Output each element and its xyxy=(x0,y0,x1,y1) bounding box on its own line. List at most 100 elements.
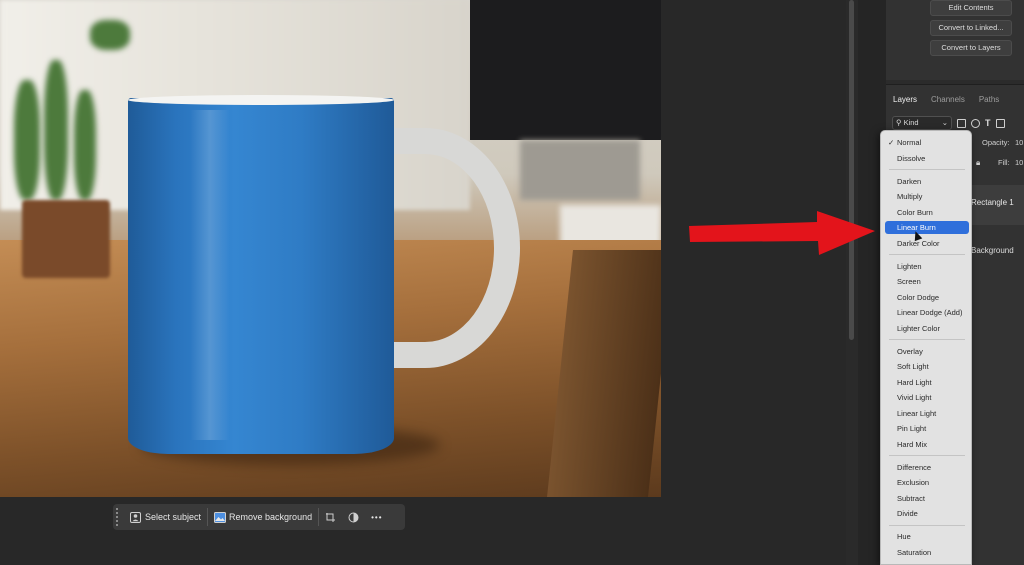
tab-paths[interactable]: Paths xyxy=(979,95,999,111)
blend-mode-item[interactable]: Hue xyxy=(885,530,969,543)
edit-contents-button[interactable]: Edit Contents xyxy=(930,0,1012,16)
blend-mode-label: Subtract xyxy=(897,493,925,503)
blend-mode-label: Vivid Light xyxy=(897,393,932,402)
blend-mode-label: Hue xyxy=(897,532,911,541)
menu-separator xyxy=(889,455,965,456)
search-icon: ⚲ xyxy=(896,118,902,127)
menu-separator xyxy=(889,254,965,255)
layer-name: Rectangle 1 xyxy=(971,198,1014,207)
plant-leaf xyxy=(90,20,130,50)
person-icon xyxy=(130,511,141,523)
kind-filter-select[interactable]: ⚲ Kind ⌄ xyxy=(892,116,952,130)
contextual-task-bar: Select subject Remove background ••• xyxy=(113,504,405,530)
blend-mode-item[interactable]: ✓ Normal xyxy=(885,136,969,149)
blend-mode-label: Hard Light xyxy=(897,377,932,387)
taskbar-drag-handle[interactable] xyxy=(116,508,124,526)
blend-mode-label: Lighten xyxy=(897,261,922,271)
plant-pot xyxy=(22,200,110,278)
blend-mode-item[interactable]: Linear Burn xyxy=(885,221,969,234)
red-arrow-annotation xyxy=(689,211,875,255)
blend-mode-label: Divide xyxy=(897,509,918,518)
blend-mode-item[interactable]: Difference xyxy=(885,461,969,474)
blend-mode-label: Normal xyxy=(897,138,922,147)
opacity-input[interactable]: 10 xyxy=(1015,138,1023,147)
blend-mode-item[interactable]: Darken xyxy=(885,175,969,188)
blend-mode-label: Dissolve xyxy=(897,153,926,163)
fill-label: Fill: xyxy=(998,158,1010,167)
blend-mode-label: Hard Mix xyxy=(897,439,928,449)
blend-mode-item[interactable]: Soft Light xyxy=(885,360,969,373)
lock-icon[interactable]: 🔒︎ xyxy=(976,158,980,168)
convert-to-linked-button[interactable]: Convert to Linked... xyxy=(930,20,1012,36)
more-options-button[interactable]: ••• xyxy=(365,507,388,527)
canvas-vertical-scrollbar[interactable] xyxy=(846,0,858,565)
image-icon xyxy=(214,511,227,523)
blend-mode-item[interactable]: Screen xyxy=(885,275,969,288)
blend-mode-item[interactable]: Pin Light xyxy=(885,422,969,435)
blend-mode-item[interactable]: Exclusion xyxy=(885,476,969,489)
select-subject-label: Select subject xyxy=(145,512,202,522)
blend-mode-label: Saturation xyxy=(897,547,932,557)
scrollbar-thumb[interactable] xyxy=(849,0,854,340)
kind-filter-label: Kind xyxy=(903,118,919,127)
blend-mode-item[interactable]: Saturation xyxy=(885,546,969,559)
blend-mode-item[interactable]: Divide xyxy=(885,507,969,520)
mug-rim xyxy=(128,95,394,105)
blend-mode-label: Darker Color xyxy=(897,238,940,248)
plant-leaf xyxy=(44,60,68,200)
blend-mode-item[interactable]: Vivid Light xyxy=(885,391,969,404)
menu-separator xyxy=(889,524,965,526)
adjustment-button[interactable] xyxy=(342,507,365,527)
layer-name: Background xyxy=(971,246,1014,255)
menu-separator xyxy=(889,169,965,170)
mug-highlight xyxy=(190,110,230,440)
transform-icon xyxy=(325,512,336,523)
blend-mode-item[interactable]: Multiply xyxy=(885,190,969,203)
blend-mode-item[interactable]: Lighten xyxy=(885,260,969,273)
tab-layers[interactable]: Layers xyxy=(893,95,917,111)
blend-mode-item[interactable]: Linear Light xyxy=(885,407,969,420)
chevron-down-icon: ⌄ xyxy=(941,118,948,127)
filter-adjustment-icon[interactable] xyxy=(971,118,980,128)
blend-mode-item[interactable]: Darker Color xyxy=(885,237,969,250)
blend-mode-item[interactable]: Overlay xyxy=(885,345,969,358)
fill-input[interactable]: 10 xyxy=(1015,158,1023,167)
blend-mode-label: Linear Light xyxy=(897,408,937,418)
filter-pixel-icon[interactable] xyxy=(957,118,966,128)
mug-photo[interactable] xyxy=(0,0,661,497)
blend-mode-label: Soft Light xyxy=(897,362,929,371)
plant-leaf xyxy=(14,80,40,200)
blend-mode-label: Darken xyxy=(897,176,922,186)
blend-mode-label: Overlay xyxy=(897,346,923,356)
select-subject-button[interactable]: Select subject xyxy=(124,507,207,527)
blend-mode-item[interactable]: Subtract xyxy=(885,492,969,505)
opacity-label: Opacity: xyxy=(982,138,1010,147)
filter-type-icon[interactable]: T xyxy=(985,118,991,128)
blend-mode-label: Linear Dodge (Add) xyxy=(897,308,963,317)
background-monitor-stand xyxy=(520,140,640,200)
blend-mode-item[interactable]: Hard Light xyxy=(885,376,969,389)
document-canvas[interactable]: Select subject Remove background ••• xyxy=(0,0,846,565)
blend-mode-label: Color Burn xyxy=(897,207,933,217)
blend-mode-item[interactable]: Hard Mix xyxy=(885,438,969,451)
checkmark-icon: ✓ xyxy=(888,138,895,147)
background-monitor xyxy=(470,0,661,140)
blend-mode-item[interactable]: Color Dodge xyxy=(885,291,969,304)
blend-mode-item[interactable]: Color Burn xyxy=(885,206,969,219)
properties-panel: Edit Contents Convert to Linked... Conve… xyxy=(886,0,1024,80)
blend-mode-label: Exclusion xyxy=(897,478,930,487)
blend-mode-dropdown[interactable]: ✓ Normal Dissolve Darken Multiply Color Burn L… xyxy=(880,130,972,565)
transform-button[interactable] xyxy=(319,507,342,527)
blend-mode-label: Pin Light xyxy=(897,424,927,433)
more-icon: ••• xyxy=(371,512,383,522)
blend-mode-item[interactable]: Linear Dodge (Add) xyxy=(885,306,969,319)
convert-to-layers-button[interactable]: Convert to Layers xyxy=(930,40,1012,56)
blend-mode-item[interactable]: Lighter Color xyxy=(885,322,969,335)
remove-background-button[interactable]: Remove background xyxy=(208,507,318,527)
blend-mode-label: Difference xyxy=(897,462,932,472)
tab-channels[interactable]: Channels xyxy=(931,95,965,111)
blend-mode-item[interactable]: Dissolve xyxy=(885,152,969,165)
plant-leaf xyxy=(74,90,96,200)
layers-panel-tabs: Layers Channels Paths xyxy=(886,85,1024,111)
filter-shape-icon[interactable] xyxy=(995,118,1005,128)
